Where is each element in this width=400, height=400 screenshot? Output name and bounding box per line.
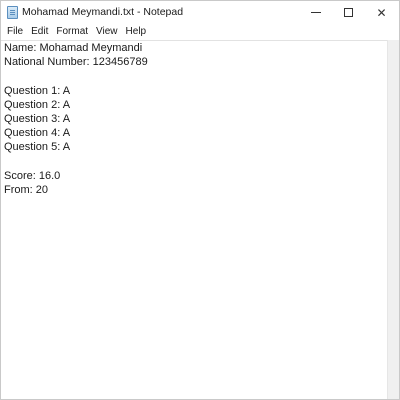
text-line: Question 2: A — [4, 98, 71, 111]
menu-file[interactable]: File — [3, 24, 27, 40]
maximize-icon — [344, 8, 353, 17]
text-editor[interactable]: Name: Mohamad Meymandi National Number: … — [1, 40, 387, 399]
text-line: Question 4: A — [4, 127, 71, 140]
notepad-window: Mohamad Meymandi.txt - Notepad ✕ File Ed… — [0, 0, 400, 400]
text-line: Question 5: A — [4, 141, 71, 154]
notepad-icon[interactable] — [7, 6, 18, 19]
title-bar[interactable]: Mohamad Meymandi.txt - Notepad ✕ — [1, 1, 399, 24]
vertical-scrollbar[interactable] — [387, 40, 399, 399]
minimize-icon — [310, 12, 321, 13]
menu-bar: File Edit Format View Help — [1, 24, 399, 40]
close-button[interactable]: ✕ — [365, 1, 398, 24]
text-line: Name: Mohamad Meymandi — [4, 42, 143, 54]
close-icon: ✕ — [376, 5, 387, 20]
text-line: From: 20 — [4, 183, 49, 196]
text-line — [4, 155, 387, 169]
maximize-button[interactable] — [332, 1, 365, 24]
text-line: Question 1: A — [4, 84, 71, 97]
text-line: Question 3: A — [4, 112, 71, 125]
minimize-button[interactable] — [299, 1, 332, 24]
text-line — [4, 69, 387, 83]
menu-edit[interactable]: Edit — [27, 24, 52, 40]
window-title: Mohamad Meymandi.txt - Notepad — [22, 6, 184, 18]
text-line: National Number: 123456789 — [4, 56, 148, 69]
menu-help[interactable]: Help — [122, 24, 151, 40]
text-line: Score: 16.0 — [4, 169, 61, 182]
menu-view[interactable]: View — [92, 24, 122, 40]
menu-format[interactable]: Format — [52, 24, 92, 40]
